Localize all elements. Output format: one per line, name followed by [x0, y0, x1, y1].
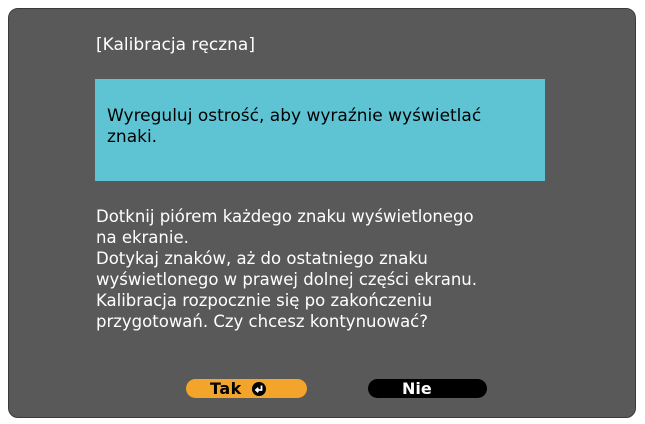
- message-line: znaki.: [107, 127, 158, 147]
- instruction-line: na ekranie.: [96, 228, 189, 247]
- instruction-line: Dotknij piórem każdego znaku wyświetlone…: [96, 207, 474, 226]
- yes-button-label: Tak: [210, 379, 242, 398]
- instructions-text: Dotknij piórem każdego znaku wyświetlone…: [96, 206, 556, 332]
- instruction-line: Dotykaj znaków, aż do ostatniego znaku: [96, 249, 428, 268]
- instruction-line: przygotowań. Czy chcesz kontynuować?: [96, 312, 429, 331]
- dialog-title: [Kalibracja ręczna]: [96, 35, 255, 55]
- yes-button[interactable]: Tak: [186, 379, 307, 398]
- message-text: Wyreguluj ostrość, aby wyraźnie wyświetl…: [107, 106, 533, 148]
- instruction-line: wyświetlonego w prawej dolnej części ekr…: [96, 270, 477, 289]
- projector-screen: [Kalibracja ręczna] Wyreguluj ostrość, a…: [8, 8, 636, 418]
- no-button[interactable]: Nie: [368, 379, 487, 398]
- no-button-label: Nie: [402, 379, 432, 398]
- message-line: Wyreguluj ostrość, aby wyraźnie wyświetl…: [107, 106, 482, 126]
- message-box: Wyreguluj ostrość, aby wyraźnie wyświetl…: [95, 79, 545, 181]
- enter-icon: [251, 382, 266, 396]
- instruction-line: Kalibracja rozpocznie się po zakończeniu: [96, 291, 433, 310]
